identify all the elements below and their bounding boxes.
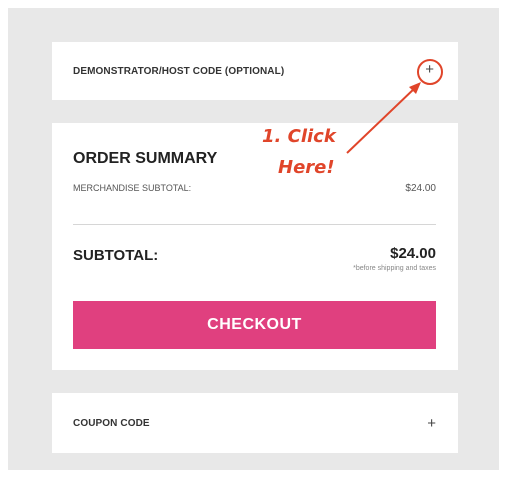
annotation-text-line2: Here! [278,157,335,178]
merchandise-subtotal-label: MERCHANDISE SUBTOTAL: [73,183,192,193]
demonstrator-host-code-panel[interactable]: DEMONSTRATOR/HOST CODE (OPTIONAL) + [52,42,458,100]
expand-plus-icon[interactable]: + [427,416,436,431]
subtotal-value: $24.00 [390,245,436,262]
merchandise-subtotal-value: $24.00 [405,183,436,194]
summary-divider [73,224,436,225]
annotation-text-line1: 1. Click [262,126,336,147]
demonstrator-host-code-label: DEMONSTRATOR/HOST CODE (OPTIONAL) [73,66,285,77]
expand-plus-icon[interactable]: + [425,62,434,77]
checkout-button[interactable]: CHECKOUT [73,301,436,349]
coupon-code-panel[interactable]: COUPON CODE + [52,393,458,453]
subtotal-note: *before shipping and taxes [353,265,436,272]
order-summary-title: ORDER SUMMARY [73,150,218,167]
coupon-code-label: COUPON CODE [73,418,150,429]
subtotal-label: SUBTOTAL: [73,247,159,264]
order-summary-panel: ORDER SUMMARY MERCHANDISE SUBTOTAL: $24.… [52,123,458,370]
